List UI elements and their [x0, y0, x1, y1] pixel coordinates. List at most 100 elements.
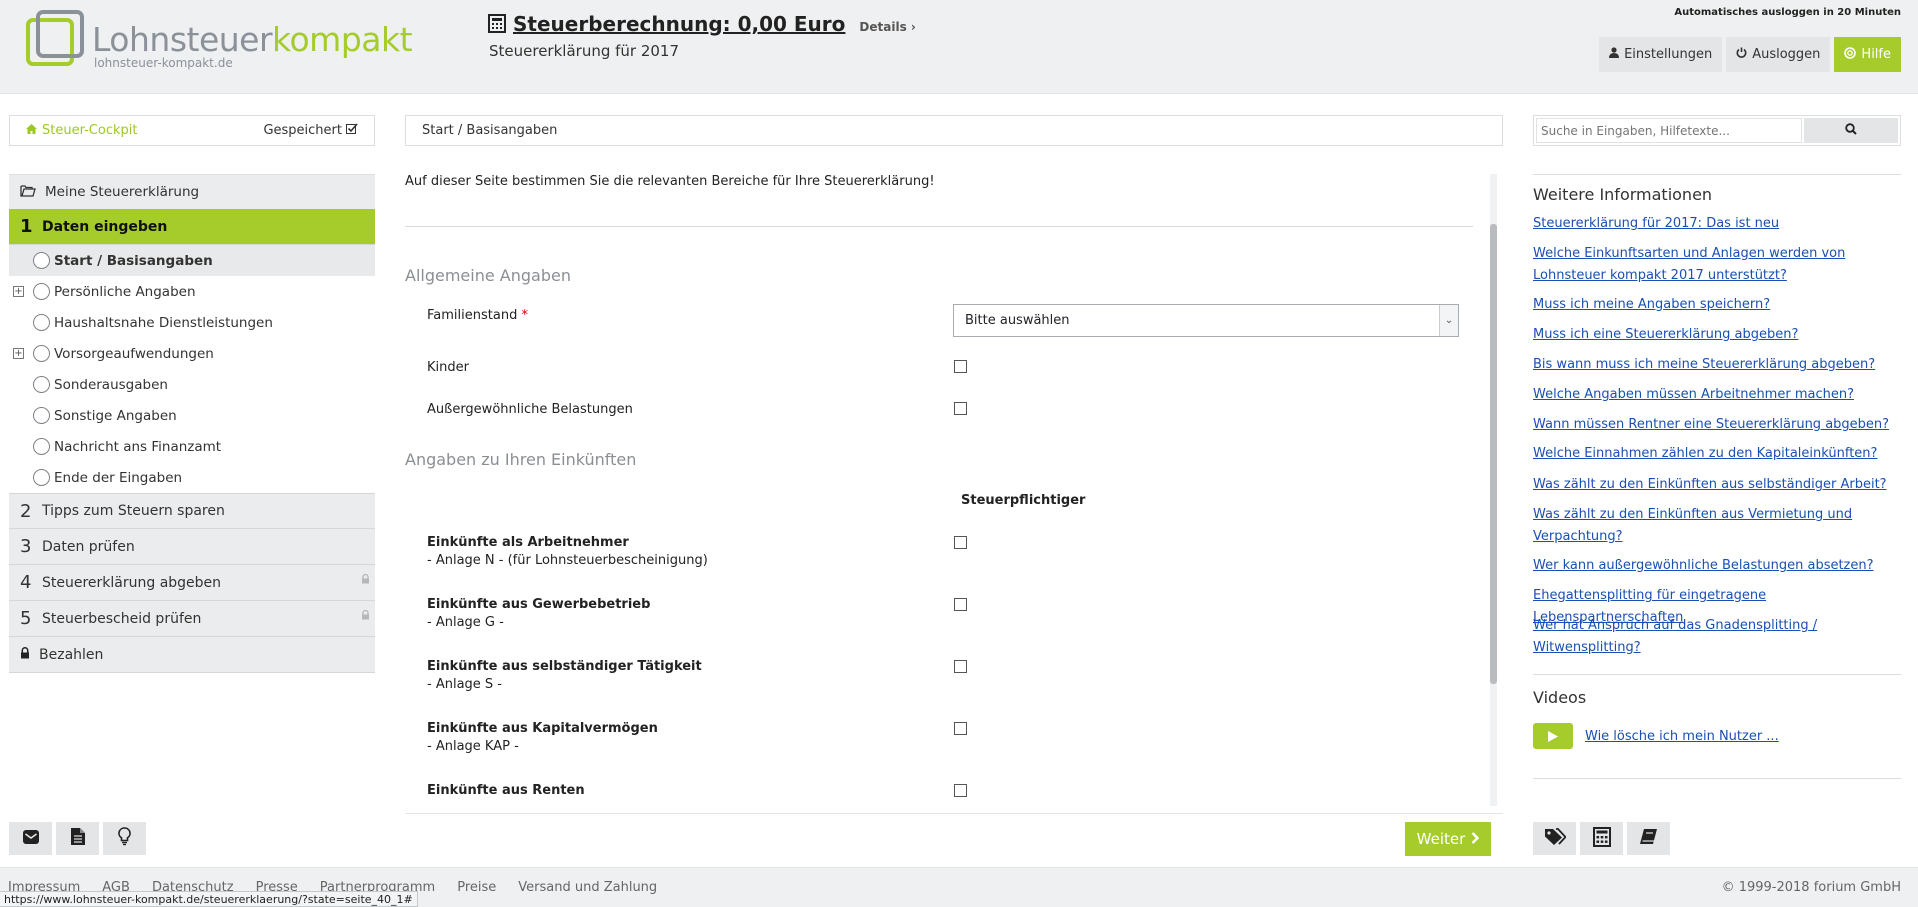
tax-year: Steuererklärung für 2017 [489, 42, 680, 60]
mail-button[interactable] [9, 822, 52, 855]
info-link[interactable]: Muss ich eine Steuererklärung abgeben? [1533, 324, 1903, 346]
step-2-tax-tips[interactable]: 2 Tipps zum Steuern sparen [9, 493, 375, 529]
pay-item[interactable]: Bezahlen [9, 637, 375, 673]
book-button[interactable] [1627, 822, 1670, 855]
income-business-checkbox[interactable] [954, 598, 967, 611]
calculator-button[interactable] [1580, 822, 1623, 855]
radio-icon [33, 407, 50, 424]
info-link[interactable]: Was zählt zu den Einkünften aus Vermietu… [1533, 504, 1903, 548]
calculator-icon [488, 14, 506, 33]
search-input[interactable] [1536, 118, 1802, 143]
info-link[interactable]: Welche Einkunftsarten und Anlagen werden… [1533, 243, 1903, 287]
right-toolbar [1533, 822, 1670, 855]
tags-button[interactable] [1533, 822, 1576, 855]
income-selfemployed-checkbox[interactable] [954, 660, 967, 673]
info-link[interactable]: Bis wann muss ich meine Steuererklärung … [1533, 354, 1903, 376]
scrollbar-thumb[interactable] [1490, 224, 1497, 684]
step-5-check-assessment[interactable]: 5 Steuerbescheid prüfen [9, 601, 375, 637]
info-link[interactable]: Steuererklärung für 2017: Das ist neu [1533, 213, 1903, 235]
lightbulb-icon [118, 827, 131, 850]
search-box [1533, 115, 1901, 146]
info-link[interactable]: Wer kann außergewöhnliche Belastungen ab… [1533, 555, 1903, 577]
radio-icon [33, 469, 50, 486]
saved-status: Gespeichert [263, 123, 358, 138]
footer-link[interactable]: Versand und Zahlung [518, 880, 657, 895]
tip-button[interactable] [103, 822, 146, 855]
lock-icon [361, 572, 370, 588]
radio-icon [33, 314, 50, 331]
next-button[interactable]: Weiter [1405, 822, 1491, 856]
my-return-header[interactable]: Meine Steuererklärung [9, 174, 375, 209]
play-icon[interactable] [1533, 723, 1573, 749]
income-capital-label: Einkünfte aus Kapitalvermögen - Anlage K… [427, 721, 658, 754]
income-employee-checkbox[interactable] [954, 536, 967, 549]
nav-sub-personal[interactable]: + Persönliche Angaben [9, 276, 375, 307]
cockpit-bar: Steuer-Cockpit Gespeichert [9, 115, 375, 146]
envelope-icon [22, 829, 40, 849]
cockpit-link[interactable]: Steuer-Cockpit [26, 123, 137, 138]
extraordinary-burdens-checkbox[interactable] [954, 402, 967, 415]
nav-sub-special-expenses[interactable]: Sonderausgaben [9, 369, 375, 400]
divider [1533, 674, 1901, 675]
tax-amount-title[interactable]: Steuerberechnung: 0,00 Euro [513, 12, 845, 36]
left-navigation: Meine Steuererklärung 1 Daten eingeben S… [9, 174, 375, 673]
nav-sub-other-info[interactable]: Sonstige Angaben [9, 400, 375, 431]
info-link[interactable]: Welche Angaben müssen Arbeitnehmer mache… [1533, 384, 1903, 406]
user-icon [1609, 47, 1620, 62]
info-link[interactable]: Muss ich meine Angaben speichern? [1533, 294, 1903, 316]
step-1-enter-data[interactable]: 1 Daten eingeben [9, 209, 375, 245]
radio-icon [33, 252, 50, 269]
logo-text: Lohnsteuerkompakt [92, 20, 413, 59]
income-selfemployed-label: Einkünfte aus selbständiger Tätigkeit - … [427, 659, 702, 692]
section-income-heading: Angaben zu Ihren Einkünften [405, 450, 637, 469]
power-icon [1736, 47, 1747, 62]
expand-plus-icon[interactable]: + [13, 286, 24, 297]
video-item[interactable]: Wie lösche ich mein Nutzer ... [1533, 723, 1779, 749]
logo[interactable]: Lohnsteuerkompakt lohnsteuer-kompakt.de [26, 10, 413, 70]
nav-sub-provision-expenses[interactable]: + Vorsorgeaufwendungen [9, 338, 375, 369]
home-icon [26, 123, 37, 138]
intro-text: Auf dieser Seite bestimmen Sie die relev… [405, 174, 935, 189]
income-capital-checkbox[interactable] [954, 722, 967, 735]
divider [405, 226, 1473, 227]
nav-sub-household-services[interactable]: Haushaltsnahe Dienstleistungen [9, 307, 375, 338]
info-link[interactable]: Welche Einnahmen zählen zu den Kapitalei… [1533, 443, 1903, 465]
video-link[interactable]: Wie lösche ich mein Nutzer ... [1585, 729, 1779, 744]
radio-icon [33, 283, 50, 300]
chevron-down-icon: ⌄ [1439, 305, 1458, 336]
radio-icon [33, 345, 50, 362]
document-button[interactable] [56, 822, 99, 855]
browser-status-bar: https://www.lohnsteuer-kompakt.de/steuer… [0, 891, 418, 907]
lock-icon [20, 646, 30, 663]
section-general-heading: Allgemeine Angaben [405, 266, 571, 285]
extraordinary-burdens-label: Außergewöhnliche Belastungen [427, 402, 633, 417]
expand-plus-icon[interactable]: + [13, 348, 24, 359]
children-checkbox[interactable] [954, 360, 967, 373]
info-link[interactable]: Wann müssen Rentner eine Steuererklärung… [1533, 414, 1903, 436]
footer-link[interactable]: Preise [457, 880, 496, 895]
nav-sub-end-of-input[interactable]: Ende der Eingaben [9, 462, 375, 493]
tags-icon [1544, 828, 1567, 849]
divider [1533, 778, 1901, 779]
children-label: Kinder [427, 360, 469, 375]
settings-button[interactable]: Einstellungen [1599, 37, 1723, 72]
marital-status-select[interactable]: Bitte auswählen ⌄ [953, 304, 1459, 337]
nav-sub-start[interactable]: Start / Basisangaben [9, 245, 375, 276]
divider [405, 813, 1503, 814]
logout-button[interactable]: Ausloggen [1726, 37, 1831, 72]
step-3-check-data[interactable]: 3 Daten prüfen [9, 529, 375, 565]
nav-sub-message-tax-office[interactable]: Nachricht ans Finanzamt [9, 431, 375, 462]
chevron-right-icon: › [910, 20, 916, 34]
info-link[interactable]: Was zählt zu den Einkünften aus selbstän… [1533, 474, 1903, 496]
income-pension-checkbox[interactable] [954, 784, 967, 797]
radio-icon [33, 438, 50, 455]
content-scrollbar[interactable] [1490, 174, 1497, 806]
details-link[interactable]: Details › [859, 20, 915, 34]
help-button[interactable]: Hilfe [1834, 37, 1901, 72]
info-link[interactable]: Wer hat Anspruch auf das Gnadensplitting… [1533, 615, 1903, 659]
step-4-submit-return[interactable]: 4 Steuererklärung abgeben [9, 565, 375, 601]
income-pension-label: Einkünfte aus Renten [427, 783, 585, 798]
search-icon [1845, 122, 1857, 139]
lifebuoy-icon [1844, 46, 1857, 63]
search-button[interactable] [1804, 118, 1898, 143]
